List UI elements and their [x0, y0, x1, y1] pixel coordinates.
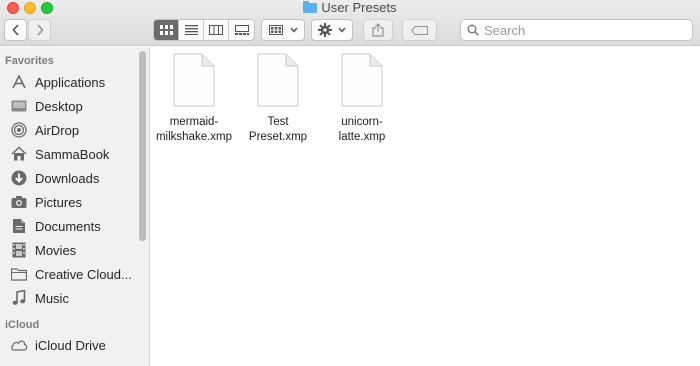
document-icon [10, 217, 28, 235]
search-field[interactable] [460, 19, 693, 41]
sidebar-item-label: SammaBook [35, 146, 110, 162]
title-bar: User Presets [0, 0, 700, 46]
sidebar-item-airdrop[interactable]: AirDrop [10, 119, 138, 141]
share-button[interactable] [363, 19, 393, 41]
sidebar-item-label: Downloads [35, 170, 100, 186]
gallery-icon [234, 25, 249, 35]
file-browser-content: mermaid-milkshake.xmp Test Preset.xmp uni… [151, 47, 700, 366]
sidebar-item-icloud-drive[interactable]: iCloud Drive [10, 334, 138, 356]
list-icon [184, 25, 198, 35]
generic-document-icon [341, 53, 383, 107]
generic-document-icon [257, 53, 299, 107]
chevron-down-icon [338, 27, 346, 33]
tag-icon [410, 25, 428, 35]
file-item[interactable]: Test Preset.xmp [233, 53, 323, 145]
sidebar-item-label: Creative Cloud... [35, 266, 132, 282]
camera-icon [10, 193, 28, 211]
icon-view-button[interactable] [154, 20, 179, 40]
chevron-right-icon [36, 24, 44, 36]
file-item[interactable]: unicorn-latte.xmp [317, 53, 407, 145]
sidebar-item-label: Applications [35, 74, 106, 90]
applications-icon [10, 73, 28, 91]
column-view-button[interactable] [204, 20, 229, 40]
generic-document-icon [173, 53, 215, 107]
view-mode-control [153, 19, 255, 41]
sidebar-item-label: iCloud Drive [35, 337, 106, 353]
action-menu-button[interactable] [311, 19, 353, 41]
folder-icon [10, 265, 28, 283]
sidebar-item-downloads[interactable]: Downloads [10, 167, 138, 189]
sidebar-item-sammabook[interactable]: SammaBook [10, 143, 138, 165]
chevron-left-icon [11, 24, 19, 36]
sidebar-scrollbar[interactable] [139, 51, 146, 241]
share-icon [372, 23, 384, 37]
gear-icon [318, 23, 332, 37]
sidebar: Favorites Applications Desktop AirDrop S… [0, 47, 150, 366]
downloads-icon [10, 169, 28, 187]
columns-icon [209, 25, 223, 35]
music-note-icon [10, 289, 28, 307]
chevron-down-icon [289, 27, 298, 33]
forward-button[interactable] [28, 19, 51, 41]
search-input[interactable] [484, 22, 684, 38]
home-icon [10, 145, 28, 163]
file-name: unicorn-latte.xmp [338, 116, 386, 143]
sidebar-item-label: AirDrop [35, 122, 80, 138]
gallery-view-button[interactable] [229, 20, 254, 40]
airdrop-icon [10, 121, 28, 139]
sidebar-item-applications[interactable]: Applications [10, 71, 138, 93]
sidebar-item-label: Pictures [35, 194, 82, 210]
icloud-header: iCloud [5, 319, 40, 331]
list-view-button[interactable] [179, 20, 204, 40]
group-by-button[interactable] [261, 19, 305, 41]
sidebar-item-label: Music [35, 290, 69, 306]
sidebar-item-movies[interactable]: Movies [10, 239, 138, 261]
window-title: User Presets [321, 0, 397, 15]
file-name: mermaid-milkshake.xmp [155, 116, 233, 143]
sidebar-item-creative-cloud[interactable]: Creative Cloud... [10, 263, 138, 285]
edit-tags-button[interactable] [402, 19, 437, 41]
film-icon [10, 241, 28, 259]
sidebar-item-music[interactable]: Music [10, 287, 138, 309]
sidebar-item-documents[interactable]: Documents [10, 215, 138, 237]
sidebar-item-label: Documents [35, 218, 101, 234]
sidebar-item-label: Desktop [35, 98, 83, 114]
sidebar-item-pictures[interactable]: Pictures [10, 191, 138, 213]
window-title-area: User Presets [0, 0, 700, 16]
group-grid-icon [268, 25, 283, 35]
favorites-header: Favorites [5, 55, 54, 67]
search-icon [467, 24, 479, 36]
cloud-icon [10, 336, 28, 354]
icon-grid-icon [159, 25, 173, 35]
back-button[interactable] [4, 19, 27, 41]
file-name: Test Preset.xmp [248, 116, 308, 143]
sidebar-item-desktop[interactable]: Desktop [10, 95, 138, 117]
file-item[interactable]: mermaid-milkshake.xmp [149, 53, 239, 145]
folder-icon [303, 1, 318, 13]
desktop-icon [10, 97, 28, 115]
sidebar-item-label: Movies [35, 242, 77, 258]
